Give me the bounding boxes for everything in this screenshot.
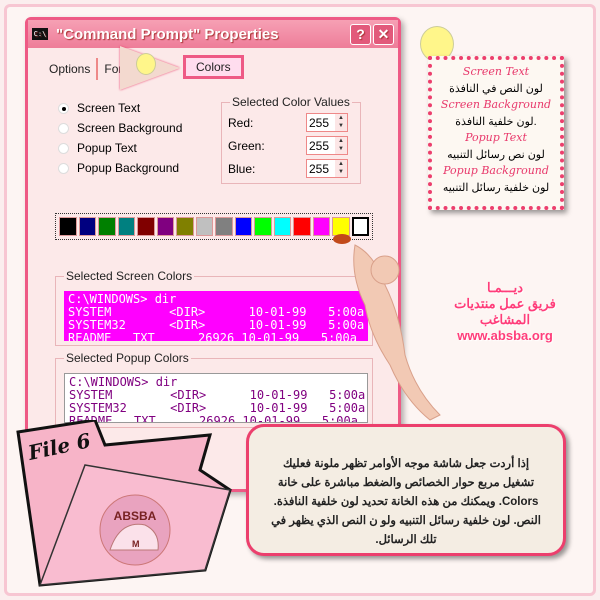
color-target-group: Screen Text Screen Background Popup Text… xyxy=(58,98,182,178)
radio-popup-text[interactable]: Popup Text xyxy=(58,138,182,158)
blue-spinner[interactable]: 255 ▲ ▼ xyxy=(306,159,348,178)
note-definition: لون النص في النافذة xyxy=(449,82,543,95)
red-value[interactable]: 255 xyxy=(309,116,329,130)
color-swatch[interactable] xyxy=(98,217,116,236)
radio-screen-text[interactable]: Screen Text xyxy=(58,98,182,118)
spinner-arrows[interactable]: ▲ ▼ xyxy=(335,137,347,154)
note-definition: لون نص رسائل التنبيه xyxy=(447,148,545,161)
color-legend-note: Screen Text لون النص في النافذة Screen B… xyxy=(428,56,564,210)
color-swatch[interactable] xyxy=(215,217,233,236)
note-definition: لون خلفية النافذة. xyxy=(455,115,537,128)
radio-indicator[interactable] xyxy=(58,122,69,134)
blue-row: Blue: 255 ▲ ▼ xyxy=(228,159,348,178)
radio-label: Popup Background xyxy=(77,161,180,175)
green-spinner[interactable]: 255 ▲ ▼ xyxy=(306,136,348,155)
logo-letter: M xyxy=(132,539,140,549)
tab-options[interactable]: Options xyxy=(43,58,99,80)
green-value[interactable]: 255 xyxy=(309,139,329,153)
green-row: Green: 255 ▲ ▼ xyxy=(228,136,348,155)
color-swatch[interactable] xyxy=(195,217,213,236)
blue-value[interactable]: 255 xyxy=(309,162,329,176)
red-label: Red: xyxy=(228,115,254,130)
radio-popup-background[interactable]: Popup Background xyxy=(58,158,182,178)
popup-colors-preview: C:\WINDOWS> dir SYSTEM <DIR> 10-01-99 5:0… xyxy=(64,373,368,423)
group-label: Selected Popup Colors xyxy=(64,351,191,365)
command-prompt-icon: C:\ xyxy=(32,28,48,40)
butterfly-icon xyxy=(333,234,351,244)
radio-indicator[interactable] xyxy=(58,162,69,174)
group-label: Selected Screen Colors xyxy=(64,269,195,283)
color-swatch[interactable] xyxy=(254,217,272,236)
explanation-text: إذا أردت جعل شاشة موجه الأوامر تظهر ملون… xyxy=(271,458,541,546)
note-term: Screen Text xyxy=(462,65,530,78)
green-label: Green: xyxy=(228,138,265,153)
screen-colors-preview: C:\WINDOWS> dir SYSTEM <DIR> 10-01-99 5:0… xyxy=(64,291,368,341)
spinner-arrows[interactable]: ▲ ▼ xyxy=(335,114,347,131)
color-swatch[interactable] xyxy=(117,217,135,236)
close-button[interactable]: ✕ xyxy=(373,23,394,45)
logo-text: ABSBA xyxy=(114,509,157,523)
red-row: Red: 255 ▲ ▼ xyxy=(228,113,348,132)
dialog-title: "Command Prompt" Properties xyxy=(56,25,279,43)
color-swatch[interactable] xyxy=(176,217,194,236)
help-button[interactable]: ? xyxy=(350,23,371,45)
color-swatch[interactable] xyxy=(234,217,252,236)
selected-screen-colors-group: Selected Screen Colors C:\WINDOWS> dir SY… xyxy=(55,269,373,346)
radio-label: Popup Text xyxy=(77,141,137,155)
site-url[interactable]: www.absba.org xyxy=(440,328,570,344)
credits: ديـــمـا فريق عمل منتديات المشاغب www.ab… xyxy=(440,280,570,344)
cat-head xyxy=(370,255,400,285)
spinner-arrows[interactable]: ▲ ▼ xyxy=(335,160,347,177)
author-name: ديـــمـا xyxy=(486,280,524,295)
color-swatch[interactable] xyxy=(78,217,96,236)
note-term: Screen Background xyxy=(440,98,552,111)
color-swatch[interactable] xyxy=(137,217,155,236)
color-swatch[interactable] xyxy=(273,217,291,236)
radio-indicator[interactable] xyxy=(58,142,69,154)
team-name: فريق عمل منتديات المشاغب xyxy=(454,296,556,327)
note-term: Popup Background xyxy=(443,164,549,177)
preview-line: README TXT 26926 10-01-99 5:00a xyxy=(68,331,357,342)
color-palette xyxy=(55,213,373,240)
radio-label: Screen Text xyxy=(77,101,141,115)
color-swatch[interactable] xyxy=(156,217,174,236)
selected-color-values-group: Selected Color Values Red: 255 ▲ ▼ Green: 25… xyxy=(221,95,361,184)
radio-screen-background[interactable]: Screen Background xyxy=(58,118,182,138)
tab-colors[interactable]: Colors xyxy=(183,55,244,79)
blue-label: Blue: xyxy=(228,161,256,176)
red-spinner[interactable]: 255 ▲ ▼ xyxy=(306,113,348,132)
note-definition: لون خلفية رسائل التنبيه xyxy=(442,181,550,194)
note-term: Popup Text xyxy=(465,131,527,144)
folder-illustration: File 6 ABSBA M xyxy=(16,420,232,587)
selected-popup-colors-group: Selected Popup Colors C:\WINDOWS> dir SYS… xyxy=(55,351,373,428)
title-bar: C:\ "Command Prompt" Properties ? ✕ xyxy=(28,20,398,48)
color-swatch[interactable] xyxy=(293,217,311,236)
group-label: Selected Color Values xyxy=(230,95,352,109)
color-swatch[interactable] xyxy=(312,217,330,236)
explanation-box: إذا أردت جعل شاشة موجه الأوامر تظهر ملون… xyxy=(246,424,566,556)
color-swatch[interactable] xyxy=(59,217,77,236)
lightbulb-icon xyxy=(136,53,156,75)
radio-indicator[interactable] xyxy=(58,102,69,114)
radio-label: Screen Background xyxy=(77,121,183,135)
